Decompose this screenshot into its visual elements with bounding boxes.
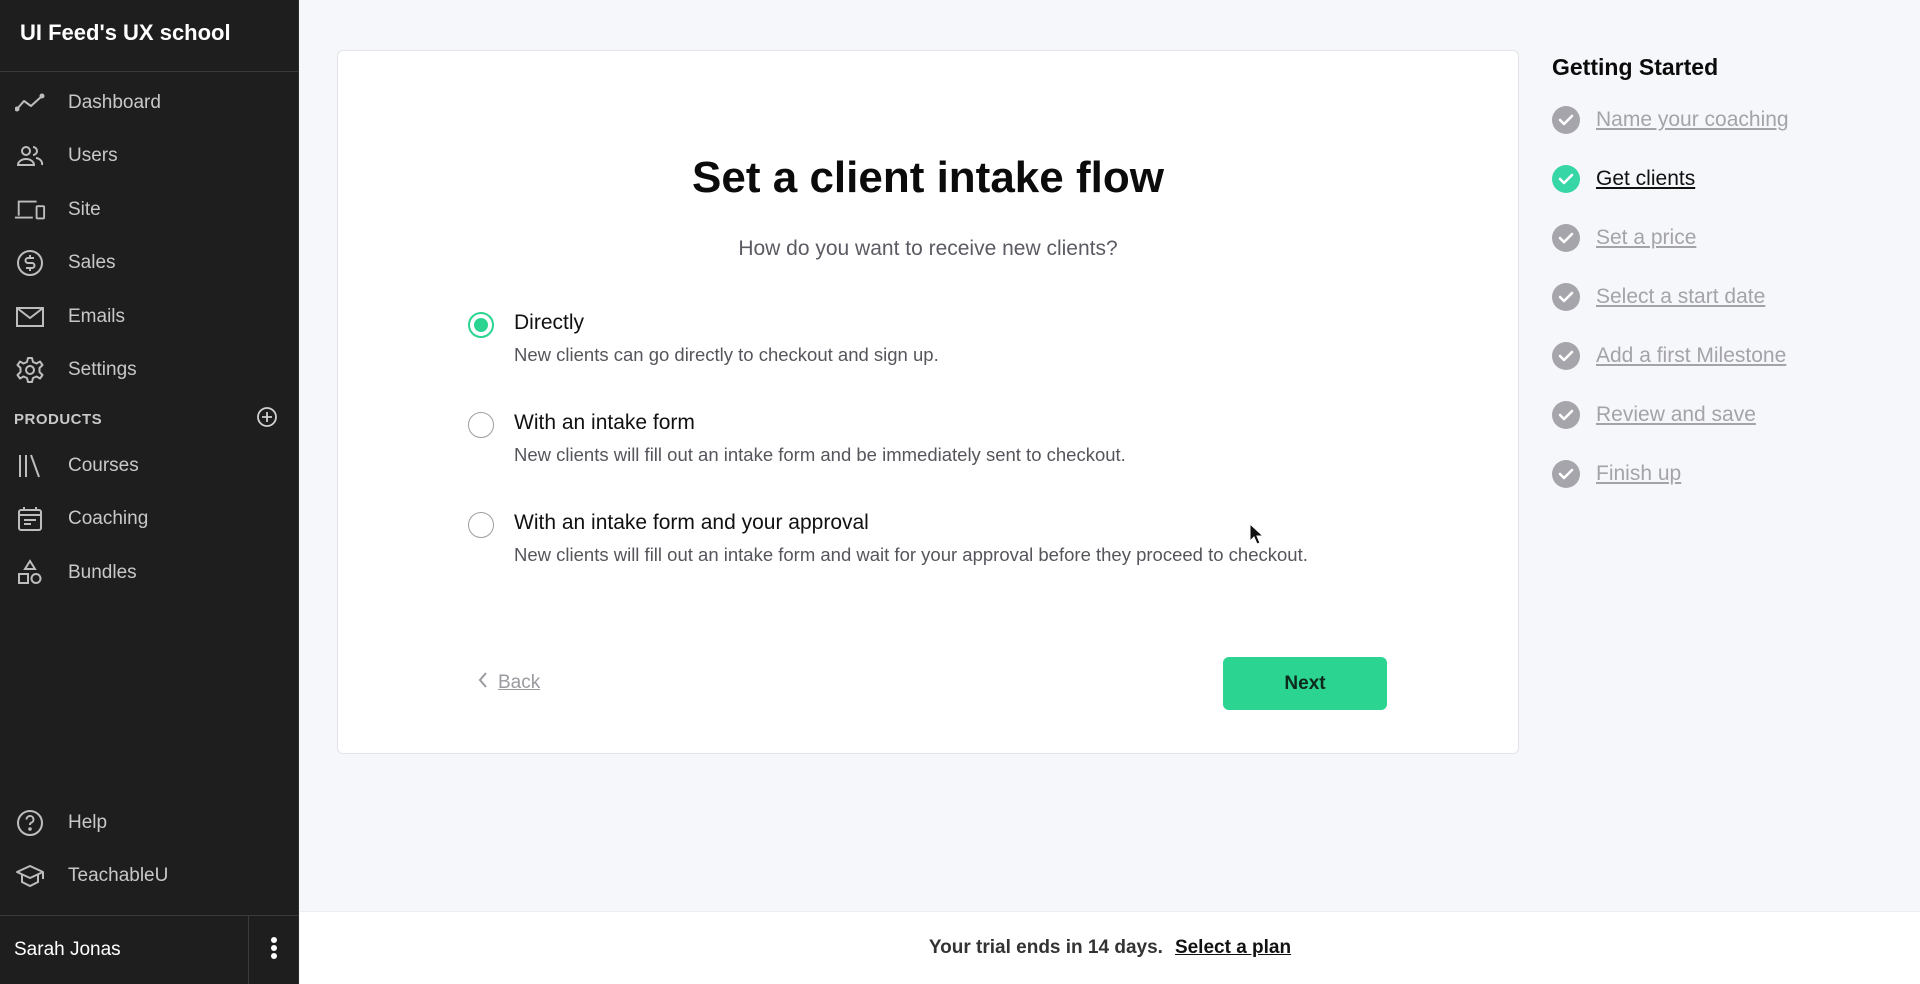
page-subtitle: How do you want to receive new clients? <box>738 237 1118 260</box>
products-header: PRODUCTS <box>14 410 103 428</box>
next-button[interactable]: Next <box>1223 657 1387 710</box>
sidebar-item-dashboard[interactable]: Dashboard <box>0 76 298 130</box>
checklist-step-label: Set a price <box>1596 225 1697 249</box>
sidebar: UI Feed's UX school Dashboard Users Site… <box>0 0 299 984</box>
option-title: Directly <box>514 311 585 334</box>
check-circle-icon <box>1552 164 1580 193</box>
sidebar-item-settings[interactable]: Settings <box>0 344 298 398</box>
sidebar-item-label: TeachableU <box>68 865 169 887</box>
mouse-cursor-icon <box>1249 522 1265 552</box>
sidebar-item-courses[interactable]: Courses <box>0 439 298 493</box>
checklist-step[interactable]: Select a start date <box>1552 280 1789 339</box>
sidebar-item-site[interactable]: Site <box>0 183 298 237</box>
checklist-step-label: Add a first Milestone <box>1596 343 1787 367</box>
check-circle-icon <box>1552 105 1580 134</box>
sidebar-item-label: Settings <box>68 359 137 381</box>
courses-icon <box>14 452 46 480</box>
sidebar-item-help[interactable]: Help <box>0 796 298 850</box>
checklist-step-label: Select a start date <box>1596 284 1766 308</box>
checklist-step-label: Name your coaching <box>1596 107 1789 131</box>
option-intake-form-approval[interactable]: With an intake form and your approval Ne… <box>468 505 1308 566</box>
sidebar-item-label: Sales <box>68 252 116 274</box>
users-icon <box>14 142 46 170</box>
sidebar-item-label: Courses <box>68 454 139 476</box>
sidebar-item-label: Coaching <box>68 508 149 530</box>
option-directly[interactable]: Directly New clients can go directly to … <box>468 305 939 366</box>
check-circle-icon <box>1552 223 1580 252</box>
add-product-icon[interactable] <box>256 406 278 433</box>
products-nav: Courses Coaching Bundles <box>0 439 298 600</box>
sales-icon <box>14 249 46 277</box>
sidebar-item-users[interactable]: Users <box>0 130 298 184</box>
products-section-header: PRODUCTS <box>0 399 298 439</box>
back-button[interactable]: Back <box>478 671 540 695</box>
sidebar-item-label: Help <box>68 811 108 833</box>
sidebar-item-coaching[interactable]: Coaching <box>0 493 298 547</box>
checklist-step-label: Finish up <box>1596 461 1682 485</box>
check-circle-icon <box>1552 341 1580 370</box>
checklist-step-label: Get clients <box>1596 166 1696 190</box>
checklist-step[interactable]: Review and save <box>1552 398 1789 457</box>
trial-banner: Your trial ends in 14 days. Select a pla… <box>300 911 1920 984</box>
bottom-nav: Help TeachableU <box>0 796 298 903</box>
radio-directly[interactable] <box>468 312 494 338</box>
sidebar-item-emails[interactable]: Emails <box>0 290 298 344</box>
sidebar-item-sales[interactable]: Sales <box>0 237 298 291</box>
help-icon <box>14 809 46 837</box>
option-description: New clients will fill out an intake form… <box>514 444 1126 465</box>
user-name[interactable]: Sarah Jonas <box>0 916 249 984</box>
checklist-step[interactable]: Set a price <box>1552 221 1789 280</box>
getting-started-checklist: Getting Started Name your coaching Get cl… <box>1552 54 1789 516</box>
option-description: New clients will fill out an intake form… <box>514 544 1308 565</box>
checklist-step[interactable]: Add a first Milestone <box>1552 339 1789 398</box>
check-circle-icon <box>1552 459 1580 488</box>
checklist-title: Getting Started <box>1552 54 1719 80</box>
checklist-step[interactable]: Finish up <box>1552 457 1789 516</box>
more-vertical-icon <box>270 936 278 965</box>
sidebar-item-label: Users <box>68 145 118 167</box>
option-title: With an intake form <box>514 411 695 434</box>
page-title: Set a client intake flow <box>692 153 1164 202</box>
sidebar-item-label: Dashboard <box>68 91 161 113</box>
settings-icon <box>14 356 46 384</box>
select-plan-link[interactable]: Select a plan <box>1175 937 1291 959</box>
radio-intake-form[interactable] <box>468 412 494 438</box>
school-name[interactable]: UI Feed's UX school <box>0 0 298 72</box>
check-circle-icon <box>1552 400 1580 429</box>
checklist-step[interactable]: Get clients <box>1552 162 1789 221</box>
checklist-step[interactable]: Name your coaching <box>1552 103 1789 162</box>
main-nav: Dashboard Users Site Sales Emails Settin… <box>0 72 298 397</box>
emails-icon <box>14 303 46 331</box>
dashboard-icon <box>14 89 46 117</box>
user-bar: Sarah Jonas <box>0 915 298 984</box>
option-intake-form[interactable]: With an intake form New clients will fil… <box>468 405 1126 466</box>
sidebar-item-label: Emails <box>68 305 126 327</box>
graduation-cap-icon <box>14 862 46 890</box>
sidebar-item-label: Site <box>68 198 101 220</box>
sidebar-item-bundles[interactable]: Bundles <box>0 546 298 600</box>
user-menu-button[interactable] <box>249 916 298 984</box>
radio-intake-form-approval[interactable] <box>468 512 494 538</box>
site-icon <box>14 196 46 224</box>
intake-flow-card: Set a client intake flow How do you want… <box>337 50 1519 754</box>
option-description: New clients can go directly to checkout … <box>514 344 939 365</box>
trial-message: Your trial ends in 14 days. <box>928 937 1163 958</box>
coaching-icon <box>14 505 46 533</box>
checklist-step-label: Review and save <box>1596 402 1756 426</box>
option-title: With an intake form and your approval <box>514 511 869 534</box>
back-label: Back <box>498 672 541 693</box>
sidebar-item-label: Bundles <box>68 561 137 583</box>
sidebar-item-teachableu[interactable]: TeachableU <box>0 850 298 904</box>
bundles-icon <box>14 558 46 587</box>
chevron-left-icon <box>478 671 488 695</box>
check-circle-icon <box>1552 282 1580 311</box>
